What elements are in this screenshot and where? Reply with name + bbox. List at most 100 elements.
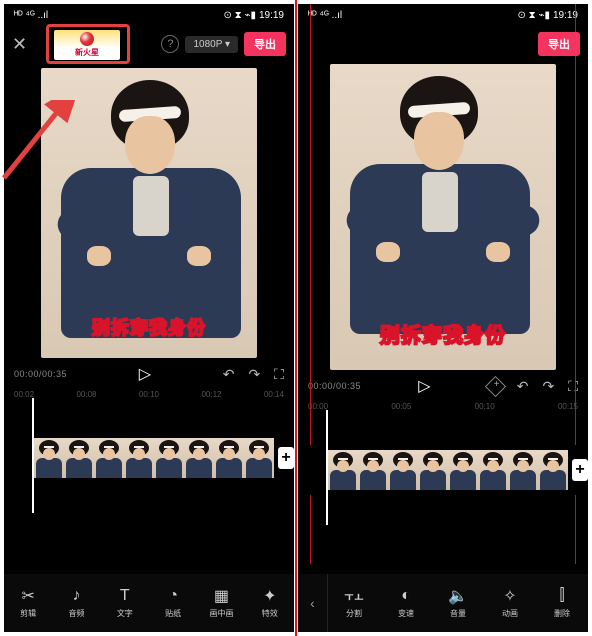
- fullscreen-button[interactable]: ⛶: [568, 378, 578, 395]
- export-button[interactable]: 导出: [244, 32, 286, 56]
- tool-label: 分割: [346, 608, 362, 619]
- clip-thumb[interactable]: [508, 450, 538, 490]
- clip-thumb[interactable]: [124, 438, 154, 478]
- tool-split[interactable]: ⫟⫠ 分割: [328, 587, 380, 619]
- video-preview[interactable]: 别拆穿我身份: [330, 64, 556, 370]
- split-icon: ⫟⫠: [344, 587, 363, 605]
- clip-thumb[interactable]: [34, 438, 64, 478]
- tool-pip[interactable]: ▦ 画中画: [197, 587, 245, 619]
- tool-label: 文字: [117, 608, 133, 619]
- status-time: 19:19: [259, 10, 284, 21]
- clip-thumb[interactable]: [94, 438, 124, 478]
- video-caption: 别拆穿我身份: [92, 314, 206, 340]
- volume-icon: 🔈: [448, 587, 468, 605]
- undo-button[interactable]: ↶: [517, 378, 529, 395]
- delete-icon: ⫿: [559, 587, 564, 605]
- clip-thumb[interactable]: [478, 450, 508, 490]
- tool-label: 动画: [502, 608, 518, 619]
- clip-thumb[interactable]: [358, 450, 388, 490]
- top-bar: ✕ 新火星 ? 1080P ▾ 导出: [4, 26, 294, 62]
- music-icon: ♪: [72, 587, 80, 605]
- clip-thumb[interactable]: [538, 450, 568, 490]
- tool-label: 删除: [554, 608, 570, 619]
- redo-button[interactable]: ↷: [542, 378, 554, 395]
- video-preview[interactable]: 别拆穿我身份: [41, 68, 257, 358]
- logo-text: 新火星: [75, 47, 99, 58]
- clip-thumb[interactable]: [244, 438, 274, 478]
- clip-thumbnails[interactable]: [328, 450, 568, 490]
- close-button[interactable]: ✕: [12, 34, 27, 55]
- effect-icon: ✦: [263, 587, 276, 605]
- video-caption: 别拆穿我身份: [380, 319, 506, 348]
- resolution-dropdown[interactable]: 1080P ▾: [185, 36, 238, 53]
- status-signal: ᴴᴰ ⁴ᴳ ..ıl: [14, 10, 48, 21]
- clip-thumb[interactable]: [184, 438, 214, 478]
- ruler-tick: 00:14: [264, 390, 284, 399]
- ruler-tick: 00:08: [76, 390, 96, 399]
- ruler-tick: 00:05: [391, 402, 411, 411]
- tool-speed[interactable]: ◐ 变速: [380, 587, 432, 619]
- tool-label: 贴纸: [165, 608, 181, 619]
- animation-icon: ✧: [503, 587, 516, 605]
- tool-cut[interactable]: ✂ 剪辑: [4, 587, 52, 619]
- clip-thumb[interactable]: [154, 438, 184, 478]
- tool-audio[interactable]: ♪ 音频: [52, 587, 100, 619]
- clip-thumb[interactable]: [64, 438, 94, 478]
- weibo-logo-badge[interactable]: 新火星: [54, 30, 120, 60]
- clip-thumb[interactable]: [214, 438, 244, 478]
- sticker-icon: ◔: [168, 587, 178, 605]
- export-button[interactable]: 导出: [538, 32, 580, 56]
- tool-label: 剪辑: [20, 608, 36, 619]
- playback-row: 00:00/00:35 ▷ ↶ ↷ ⛶: [4, 358, 294, 386]
- timeline-track[interactable]: +: [4, 433, 294, 483]
- top-bar: 导出: [298, 26, 588, 62]
- tool-label: 画中画: [209, 608, 233, 619]
- redo-button[interactable]: ↷: [248, 366, 260, 383]
- status-icons: ⊙ ⧗ ⌁▮: [223, 10, 255, 21]
- timeline-ruler: 00:00 00:05 00:10 00:15: [298, 398, 588, 413]
- add-clip-button[interactable]: +: [278, 447, 294, 469]
- tool-label: 音频: [68, 608, 84, 619]
- tool-sticker[interactable]: ◔ 贴纸: [149, 587, 197, 619]
- help-button[interactable]: ?: [161, 35, 179, 53]
- bottom-toolbar: ✂ 剪辑 ♪ 音频 T 文字 ◔ 贴纸 ▦ 画中画 ✦ 特效: [4, 574, 294, 632]
- back-button[interactable]: ‹: [298, 574, 328, 632]
- weibo-eye-icon: [80, 32, 94, 46]
- undo-button[interactable]: ↶: [223, 366, 235, 383]
- tool-label: 特效: [262, 608, 278, 619]
- tool-label: 变速: [398, 608, 414, 619]
- tool-text[interactable]: T 文字: [101, 587, 149, 619]
- tool-animation[interactable]: ✧ 动画: [484, 587, 536, 619]
- pip-icon: ▦: [214, 587, 229, 605]
- clip-thumb[interactable]: [448, 450, 478, 490]
- fullscreen-button[interactable]: ⛶: [274, 366, 284, 383]
- text-icon: T: [120, 587, 130, 605]
- bottom-toolbar: ‹ ⫟⫠ 分割 ◐ 变速 🔈 音量 ✧ 动画 ⫿ 删除: [298, 574, 588, 632]
- speed-icon: ◐: [401, 587, 411, 605]
- timeline-ruler: 00:02 00:08 00:10 00:12 00:14: [4, 386, 294, 401]
- ruler-tick: 00:10: [475, 402, 495, 411]
- tool-delete[interactable]: ⫿ 删除: [536, 587, 588, 619]
- playback-row: 00:00/00:35 ▷ ↶ ↷ ⛶: [298, 370, 588, 398]
- status-bar: ᴴᴰ ⁴ᴳ ..ıl ⊙ ⧗ ⌁▮ 19:19: [298, 4, 588, 26]
- clip-thumbnails[interactable]: [34, 438, 274, 478]
- scissors-icon: ✂: [21, 587, 34, 605]
- timecode: 00:00/00:35: [308, 381, 361, 391]
- comparison-divider: [295, 0, 297, 636]
- play-button[interactable]: ▷: [139, 364, 151, 384]
- timeline-track[interactable]: +: [298, 445, 588, 495]
- play-button[interactable]: ▷: [418, 376, 430, 396]
- tool-volume[interactable]: 🔈 音量: [432, 587, 484, 619]
- clip-thumb[interactable]: [388, 450, 418, 490]
- phone-screen-left: ᴴᴰ ⁴ᴳ ..ıl ⊙ ⧗ ⌁▮ 19:19 ✕ 新火星 ? 1080P ▾ …: [4, 4, 294, 632]
- tool-effect[interactable]: ✦ 特效: [246, 587, 294, 619]
- ruler-tick: 00:10: [139, 390, 159, 399]
- phone-screen-right: ᴴᴰ ⁴ᴳ ..ıl ⊙ ⧗ ⌁▮ 19:19 导出 别拆穿我身份 00:00/…: [298, 4, 588, 632]
- clip-thumb[interactable]: [418, 450, 448, 490]
- tool-label: 音量: [450, 608, 466, 619]
- add-clip-button[interactable]: +: [572, 459, 588, 481]
- ruler-tick: 00:12: [201, 390, 221, 399]
- status-bar: ᴴᴰ ⁴ᴳ ..ıl ⊙ ⧗ ⌁▮ 19:19: [4, 4, 294, 26]
- clip-thumb[interactable]: [328, 450, 358, 490]
- keyframe-button[interactable]: [485, 375, 506, 396]
